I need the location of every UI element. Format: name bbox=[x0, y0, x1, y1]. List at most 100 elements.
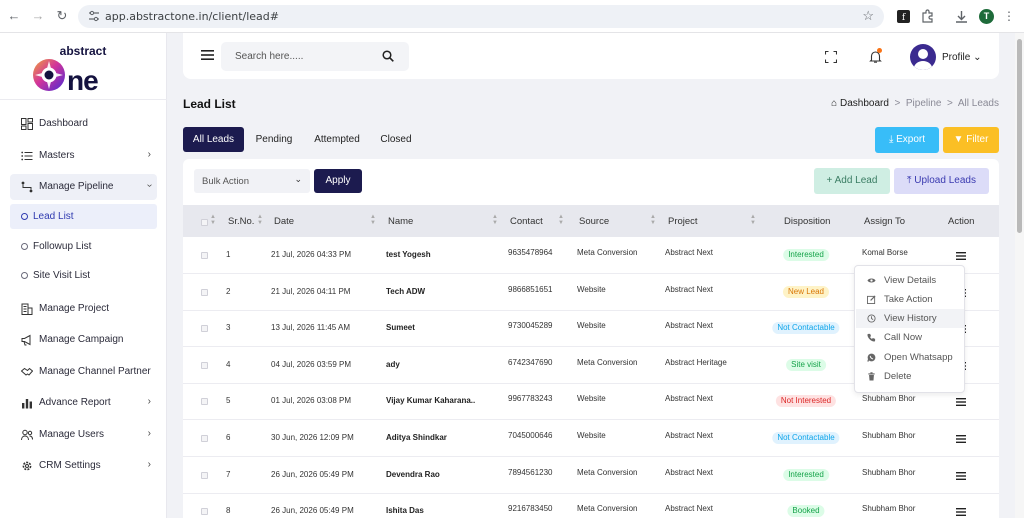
sidebar-item-manage-channel-partner[interactable]: Manage Channel Partner bbox=[10, 359, 157, 385]
menu-item-take-action[interactable]: Take Action bbox=[856, 290, 964, 309]
breadcrumb-dashboard[interactable]: Dashboard bbox=[840, 98, 889, 109]
breadcrumb-pipeline[interactable]: Pipeline bbox=[906, 98, 942, 109]
bookmark-star-icon[interactable]: ☆ bbox=[862, 8, 874, 24]
cell-name[interactable]: Vijay Kumar Kaharana.. bbox=[386, 396, 475, 405]
cell-name[interactable]: Devendra Rao bbox=[386, 470, 440, 479]
menu-item-label: View History bbox=[884, 313, 937, 324]
column-header-name[interactable]: Name bbox=[388, 216, 413, 227]
row-checkbox[interactable] bbox=[201, 398, 208, 406]
profile-menu[interactable]: Profile ⌄ bbox=[942, 52, 982, 63]
row-checkbox[interactable] bbox=[201, 288, 208, 296]
sidebar-item-manage-campaign[interactable]: Manage Campaign bbox=[10, 327, 157, 353]
list-icon bbox=[21, 151, 33, 161]
filter-button[interactable]: ▼ Filter bbox=[943, 127, 999, 153]
search-input[interactable]: Search here..... bbox=[221, 42, 409, 71]
tab-closed[interactable]: Closed bbox=[373, 127, 419, 152]
cell-srno: 5 bbox=[226, 396, 231, 406]
cell-name[interactable]: Ishita Das bbox=[386, 506, 424, 515]
puzzle-icon[interactable] bbox=[920, 9, 935, 24]
back-icon[interactable]: ← bbox=[6, 8, 22, 24]
sidebar-subitem-label: Site Visit List bbox=[33, 270, 91, 281]
cell-name[interactable]: Tech ADW bbox=[386, 287, 425, 296]
sidebar-subitem-followup-list[interactable]: Followup List bbox=[10, 234, 157, 259]
menu-item-delete[interactable]: Delete bbox=[856, 367, 964, 386]
column-header-date[interactable]: Date bbox=[274, 216, 294, 227]
bar-chart-icon bbox=[22, 399, 32, 409]
menu-item-view-details[interactable]: View Details bbox=[856, 271, 964, 290]
sort-icon[interactable]: ▲ ▼ bbox=[257, 214, 263, 226]
sort-icon[interactable]: ▲ ▼ bbox=[210, 214, 216, 226]
apply-button[interactable]: Apply bbox=[314, 169, 362, 193]
row-action-menu-icon[interactable] bbox=[956, 471, 966, 480]
column-header-contact[interactable]: Contact bbox=[510, 216, 543, 227]
sidebar-item-label: Manage Users bbox=[39, 429, 105, 440]
select-all-checkbox[interactable] bbox=[201, 219, 208, 226]
site-settings-icon[interactable] bbox=[88, 10, 100, 22]
cell-name[interactable]: ady bbox=[386, 360, 400, 369]
tab-attempted[interactable]: Attempted bbox=[307, 127, 367, 152]
sidebar-item-advance-report[interactable]: Advance Report › bbox=[10, 390, 157, 416]
sidebar-item-dashboard[interactable]: Dashboard bbox=[10, 111, 157, 137]
tab-all-leads[interactable]: All Leads bbox=[183, 127, 244, 152]
download-icon[interactable] bbox=[954, 9, 969, 24]
menu-item-open-whatsapp[interactable]: Open Whatsapp bbox=[856, 348, 964, 367]
sidebar-item-manage-project[interactable]: Manage Project bbox=[10, 296, 157, 322]
sidebar-item-label: Manage Pipeline bbox=[39, 181, 114, 192]
scrollbar-thumb[interactable] bbox=[1017, 39, 1022, 233]
cell-name[interactable]: test Yogesh bbox=[386, 250, 431, 259]
search-icon[interactable] bbox=[382, 50, 394, 62]
tab-pending[interactable]: Pending bbox=[248, 127, 300, 152]
cell-project: Abstract Next bbox=[665, 394, 714, 404]
row-action-menu-icon[interactable] bbox=[956, 435, 966, 443]
cell-name[interactable]: Aditya Shindkar bbox=[386, 433, 447, 442]
export-button[interactable]: ⤓ Export bbox=[875, 127, 939, 153]
browser-menu-icon[interactable]: ⋮ bbox=[1001, 8, 1017, 24]
sort-icon[interactable]: ▲ ▼ bbox=[558, 214, 564, 226]
sort-icon[interactable]: ▲ ▼ bbox=[650, 214, 656, 226]
add-lead-button[interactable]: + Add Lead bbox=[814, 168, 890, 194]
page-scrollbar[interactable] bbox=[1015, 33, 1024, 518]
cell-srno: 2 bbox=[226, 286, 231, 296]
row-checkbox[interactable] bbox=[201, 435, 208, 442]
row-checkbox[interactable] bbox=[201, 508, 208, 516]
column-header-source[interactable]: Source bbox=[579, 216, 609, 227]
table-row[interactable]: 7 26 Jun, 2026 05:49 PM Devendra Rao 789456… bbox=[183, 457, 999, 494]
row-action-menu-icon[interactable] bbox=[956, 398, 966, 407]
table-row[interactable]: 8 26 Jun, 2026 05:49 PM Ishita Das 92167834… bbox=[183, 493, 999, 518]
sidebar-item-manage-users[interactable]: Manage Users › bbox=[10, 422, 157, 448]
hamburger-menu-icon[interactable] bbox=[201, 50, 214, 60]
browser-profile-avatar[interactable]: T bbox=[979, 9, 994, 24]
sort-icon[interactable]: ▲ ▼ bbox=[492, 214, 498, 226]
sidebar-subitem-lead-list[interactable]: Lead List bbox=[10, 204, 157, 229]
row-action-menu-icon[interactable] bbox=[956, 508, 966, 517]
menu-item-call-now[interactable]: Call Now bbox=[856, 328, 964, 347]
sidebar-item-manage-pipeline[interactable]: Manage Pipeline › bbox=[10, 174, 157, 200]
bulk-action-select[interactable]: Bulk Action ⌄ bbox=[194, 169, 310, 193]
address-bar[interactable]: app.abstractone.in/client/lead# ☆ bbox=[78, 5, 884, 28]
table-row[interactable]: 6 30 Jun, 2026 12:09 PM Aditya Shindkar 704… bbox=[183, 420, 999, 457]
row-checkbox[interactable] bbox=[201, 471, 208, 479]
row-checkbox[interactable] bbox=[201, 325, 208, 333]
sidebar-item-crm-settings[interactable]: CRM Settings › bbox=[10, 453, 157, 479]
sort-icon[interactable]: ▲ ▼ bbox=[750, 214, 756, 226]
forward-icon[interactable]: → bbox=[30, 8, 46, 24]
row-action-menu-icon[interactable] bbox=[956, 252, 966, 260]
row-checkbox[interactable] bbox=[201, 361, 208, 369]
row-checkbox[interactable] bbox=[201, 252, 208, 259]
fullscreen-icon[interactable] bbox=[825, 51, 837, 63]
cell-project: Abstract Heritage bbox=[665, 357, 727, 367]
sidebar-subitem-site-visit-list[interactable]: Site Visit List bbox=[10, 263, 157, 288]
sidebar-item-masters[interactable]: Masters › bbox=[10, 143, 157, 169]
extension-icon[interactable]: f bbox=[896, 9, 911, 24]
menu-item-view-history[interactable]: View History bbox=[856, 309, 964, 328]
column-header-project[interactable]: Project bbox=[668, 216, 698, 227]
sort-icon[interactable]: ▲ ▼ bbox=[370, 214, 376, 226]
home-icon[interactable]: ⌂ bbox=[831, 98, 837, 109]
column-header-disposition[interactable]: Disposition bbox=[784, 216, 830, 227]
column-header-assign-to[interactable]: Assign To bbox=[864, 216, 905, 227]
cell-name[interactable]: Sumeet bbox=[386, 323, 415, 332]
avatar[interactable] bbox=[910, 44, 936, 70]
upload-leads-button[interactable]: ⤒ Upload Leads bbox=[894, 168, 989, 194]
column-header-srno[interactable]: Sr.No. bbox=[228, 216, 254, 227]
reload-icon[interactable]: ↻ bbox=[54, 8, 70, 24]
